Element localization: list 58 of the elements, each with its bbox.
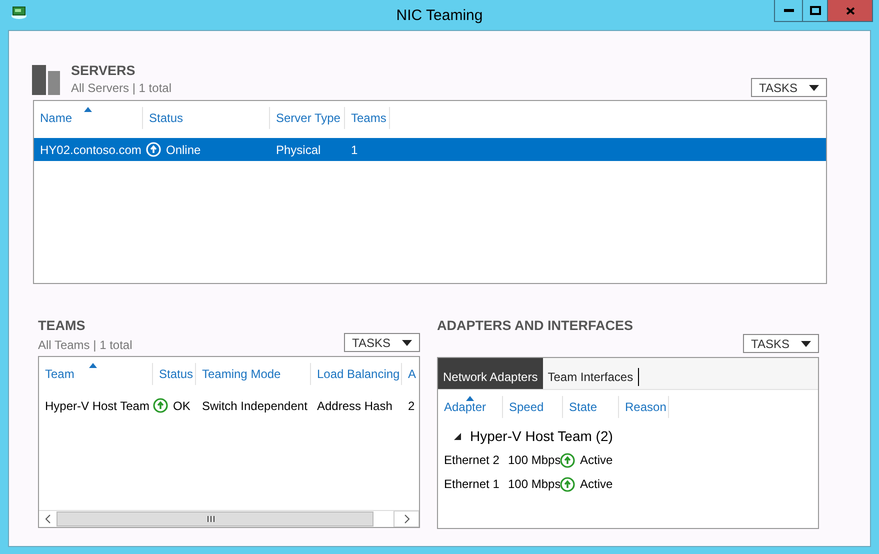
column-header[interactable]: Speed [503,396,563,418]
close-button[interactable] [827,0,872,21]
sort-arrow-icon [466,396,474,401]
table-cell-text: 2 [407,398,416,412]
column-header[interactable]: Server Type [270,107,345,129]
column-header[interactable]: Name [34,107,143,129]
column-header[interactable]: Teams [345,107,390,129]
table-cell-text: 1 [350,142,359,156]
column-header[interactable]: State [563,396,619,418]
table-cell-text: Physical [275,142,322,156]
adapter-row[interactable]: Ethernet 2 100 Mbps Active [438,448,818,472]
table-cell-text: Hyper-V Host Team [44,398,150,412]
sort-arrow-icon [89,363,97,368]
column-header[interactable]: Status [143,107,270,129]
table-cell: Active [560,476,640,492]
section-title: ADAPTERS AND INTERFACES [437,318,634,333]
section-title: TEAMS [38,318,86,333]
tab[interactable]: Team Interfaces [542,358,638,389]
table-cell-text: 100 Mbps [507,477,560,491]
sort-arrow-icon [84,107,92,112]
column-header[interactable]: Status [153,363,196,385]
tab[interactable]: Network Adapters [438,358,543,389]
minimize-icon [784,9,794,12]
table-cell: Online [143,142,270,157]
caret-icon [801,340,811,346]
tasks-button[interactable]: TASKS [743,334,819,353]
group-label: Hyper-V Host Team (2) [470,428,613,444]
adapter-row[interactable]: Ethernet 1 100 Mbps Active [438,472,818,496]
caret-icon [809,84,819,90]
table-cell: Active [560,452,640,468]
column-header[interactable]: Reason [619,396,669,418]
horizontal-scrollbar[interactable] [39,510,419,527]
table-cell-text: Ethernet 2 [443,453,500,467]
table-cell-text: 100 Mbps [507,453,560,467]
tasks-button[interactable]: TASKS [751,78,827,97]
caret-icon [402,340,412,346]
column-header[interactable]: Adapter [438,396,503,418]
server-icon [32,65,62,95]
close-icon [846,6,854,14]
section-subtitle: All Servers | 1 total [71,81,172,95]
group-row[interactable]: Hyper-V Host Team (2) [438,424,818,448]
column-header[interactable]: Load Balancing [311,363,402,385]
window-title: NIC Teaming [396,7,483,24]
table-cell: OK [153,398,196,413]
network-card-icon [11,5,27,19]
team-row[interactable]: Hyper-V Host Team OK Switch Independent Address Hash 2 [39,394,419,417]
column-header[interactable]: Team [39,363,153,385]
column-header[interactable]: A [402,363,419,385]
section-title: SERVERS [71,63,136,78]
column-header[interactable]: Teaming Mode [196,363,311,385]
maximize-icon [810,6,820,15]
server-row[interactable]: HY02.contoso.com Online Physical 1 [34,138,826,161]
table-cell-text: Address Hash [316,398,394,412]
table-cell-text: HY02.contoso.com [39,142,142,156]
table-cell-text: Ethernet 1 [443,477,500,491]
tasks-button[interactable]: TASKS [344,333,420,352]
section-subtitle: All Teams | 1 total [38,338,132,352]
table-cell-text: Switch Independent [201,398,308,412]
